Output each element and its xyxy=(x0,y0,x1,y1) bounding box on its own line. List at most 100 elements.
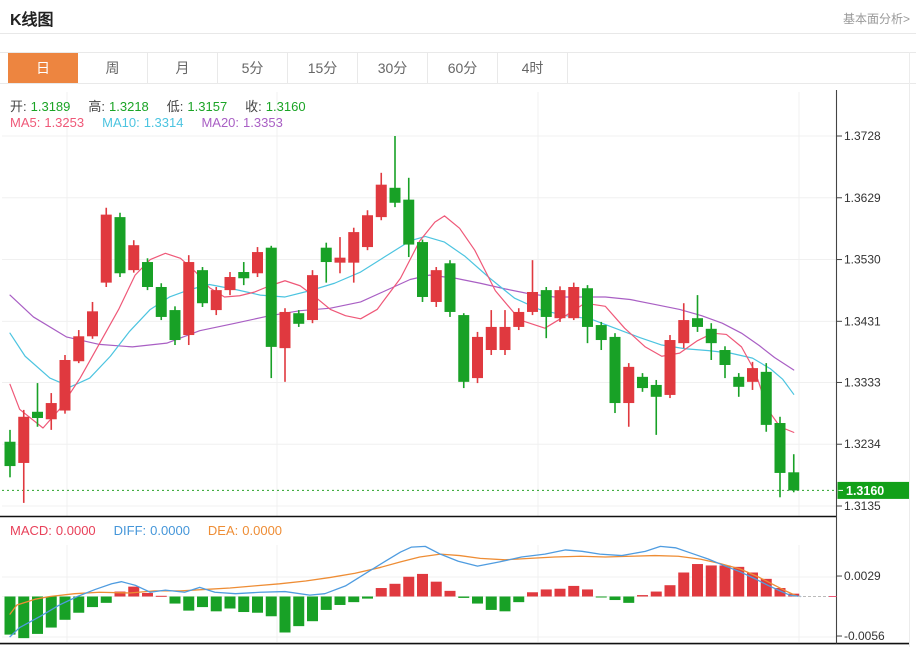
candle xyxy=(183,262,194,335)
macd-bar xyxy=(5,597,16,635)
candle xyxy=(211,290,222,310)
candle xyxy=(431,270,442,302)
ma-readout: MA5:1.3253MA10:1.3314MA20:1.3353 xyxy=(10,115,301,130)
ma-row-item: MA20:1.3353 xyxy=(201,115,286,130)
candle xyxy=(596,325,607,340)
candle xyxy=(362,215,373,247)
macd-bar xyxy=(541,589,552,596)
macd-bar xyxy=(87,597,98,608)
macd-bar xyxy=(335,597,346,605)
macd-bar xyxy=(568,586,579,597)
macd-bar xyxy=(500,597,511,612)
candle xyxy=(156,287,167,317)
candle xyxy=(651,385,662,397)
tab-日[interactable]: 日 xyxy=(8,53,78,83)
candle xyxy=(225,277,236,290)
candle xyxy=(321,248,332,262)
macd-bar xyxy=(678,573,689,597)
candle xyxy=(541,290,552,317)
ohlc-readout: 开:1.3189 高:1.3218 低:1.3157 收:1.3160 xyxy=(10,96,324,115)
candle-wick xyxy=(37,383,39,427)
candle xyxy=(706,329,717,343)
candle xyxy=(170,310,181,340)
macd-bar xyxy=(403,577,414,597)
fundamental-analysis-link[interactable]: 基本面分析> xyxy=(843,10,910,27)
candle xyxy=(348,232,359,263)
macd-tick-label: 0.0029 xyxy=(844,569,881,583)
candle xyxy=(733,377,744,387)
candle xyxy=(197,270,208,303)
candle xyxy=(238,272,249,278)
tab-月[interactable]: 月 xyxy=(148,53,218,83)
candle xyxy=(747,368,758,382)
candle xyxy=(582,288,593,327)
macd-bar xyxy=(486,597,497,610)
tab-30分[interactable]: 30分 xyxy=(358,53,428,83)
ohlc-row-item: 收:1.3160 xyxy=(245,99,309,114)
macd-bar xyxy=(293,597,304,627)
macd-row-item: MACD:0.0000 xyxy=(10,523,100,538)
macd-bar xyxy=(73,597,84,613)
macd-bar xyxy=(431,582,442,597)
candle xyxy=(788,472,799,490)
ma-row-item: MA10:1.3314 xyxy=(102,115,187,130)
candle xyxy=(417,242,428,297)
candle xyxy=(445,263,456,312)
macd-bar xyxy=(225,597,236,609)
macd-bar xyxy=(665,585,676,596)
macd-bar xyxy=(610,597,621,601)
header-divider xyxy=(0,33,916,34)
tab-5分[interactable]: 5分 xyxy=(218,53,288,83)
kline-chart-canvas[interactable]: 1.37281.36291.35301.34311.33331.32341.31… xyxy=(0,84,916,648)
current-price-badge-label: 1.3160 xyxy=(846,484,884,498)
macd-bar xyxy=(445,591,456,597)
ohlc-row-item: 开:1.3189 xyxy=(10,99,74,114)
tab-4时[interactable]: 4时 xyxy=(498,53,568,83)
candle xyxy=(486,327,497,350)
candle xyxy=(692,318,703,327)
macd-bar xyxy=(692,564,703,596)
ma10-line xyxy=(10,236,794,394)
price-tick-label: 1.3629 xyxy=(844,191,881,205)
macd-bar xyxy=(321,597,332,610)
candle xyxy=(555,290,566,318)
candle xyxy=(60,360,71,411)
candle xyxy=(376,185,387,217)
candle xyxy=(128,245,139,270)
macd-bar xyxy=(252,597,263,613)
macd-bar xyxy=(362,597,373,599)
macd-bar xyxy=(472,597,483,604)
candle xyxy=(527,292,538,312)
macd-bar xyxy=(458,597,469,598)
macd-bar xyxy=(348,597,359,603)
tab-15分[interactable]: 15分 xyxy=(288,53,358,83)
candle xyxy=(568,287,579,318)
ohlc-row-item: 高:1.3218 xyxy=(88,99,152,114)
candle xyxy=(665,340,676,395)
macd-bar xyxy=(211,597,222,612)
candle xyxy=(32,412,43,418)
candle xyxy=(403,200,414,245)
candle xyxy=(610,337,621,403)
candle xyxy=(678,320,689,343)
candle-wick xyxy=(339,237,341,273)
candle xyxy=(252,252,263,273)
macd-bar xyxy=(513,597,524,603)
candle xyxy=(293,313,304,324)
candle xyxy=(46,403,57,419)
ohlc-row-item: 低:1.3157 xyxy=(167,99,231,114)
candle xyxy=(101,215,112,283)
tab-周[interactable]: 周 xyxy=(78,53,148,83)
price-tick-label: 1.3728 xyxy=(844,129,881,143)
candle xyxy=(637,377,648,388)
timeframe-tabbar: 日周月5分15分30分60分4时 xyxy=(0,52,916,84)
macd-bar xyxy=(280,597,291,633)
tab-60分[interactable]: 60分 xyxy=(428,53,498,83)
candle xyxy=(775,423,786,473)
price-tick-label: 1.3530 xyxy=(844,253,881,267)
macd-bar xyxy=(623,597,634,603)
macd-bar xyxy=(637,595,648,596)
macd-bar xyxy=(238,597,249,613)
candle xyxy=(500,327,511,350)
candle xyxy=(458,315,469,382)
